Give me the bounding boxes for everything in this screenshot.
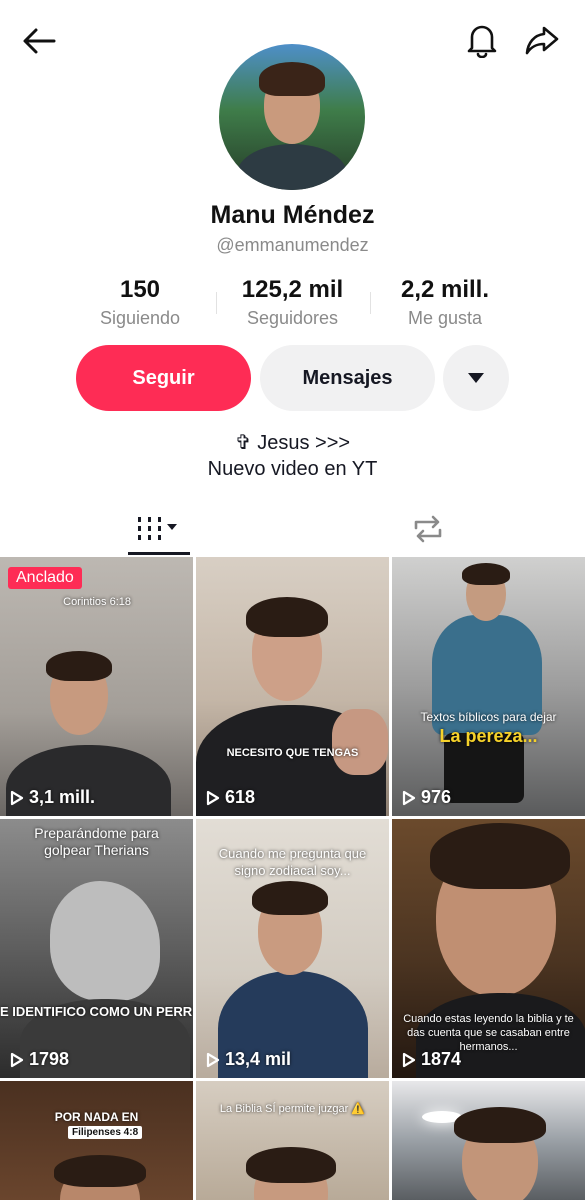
video-caption-highlight: La pereza... <box>439 726 538 746</box>
suggested-accounts-button[interactable] <box>443 345 509 411</box>
video-caption: Corintios 6:18 <box>63 596 131 608</box>
video-tile[interactable]: POR NADA EN Filipenses 4:8 <box>0 1081 193 1200</box>
stat-following[interactable]: 150 Siguiendo <box>80 276 200 329</box>
video-caption-bottom: E IDENTIFICO COMO UN PERR <box>0 1004 193 1019</box>
likes-count: 2,2 mill. <box>400 276 490 303</box>
view-count-text: 1874 <box>421 1049 462 1069</box>
play-icon <box>402 790 416 805</box>
video-tile[interactable]: Anclado Corintios 6:18 3,1 mill. <box>0 557 193 816</box>
view-count: 976 <box>402 787 451 808</box>
view-count-text: 13,4 mil <box>225 1049 292 1069</box>
avatar[interactable] <box>219 44 365 190</box>
view-count-text: 618 <box>225 787 256 807</box>
caret-down-icon <box>468 373 484 383</box>
notifications-button[interactable] <box>460 18 504 62</box>
view-count-text: 1798 <box>29 1049 70 1069</box>
video-caption: POR NADA EN <box>54 1110 139 1124</box>
video-tile[interactable]: Preparándome para golpear Therians E IDE… <box>0 819 193 1078</box>
stat-followers[interactable]: 125,2 mil Seguidores <box>220 276 365 329</box>
following-label: Siguiendo <box>99 308 181 328</box>
video-caption-tag: Filipenses 4:8 <box>68 1126 143 1139</box>
tab-reposts[interactable] <box>398 505 458 553</box>
stat-divider <box>216 292 217 314</box>
bell-icon <box>467 25 497 58</box>
video-caption: La Biblia SÍ permite juzgar ⚠️ <box>219 1103 366 1115</box>
video-grid: Anclado Corintios 6:18 3,1 mill. NECESIT… <box>0 557 585 1200</box>
back-button[interactable] <box>18 20 60 62</box>
followers-label: Seguidores <box>246 308 339 328</box>
active-tab-indicator <box>128 552 190 555</box>
repost-icon <box>414 515 442 543</box>
bio-line: Nuevo video en YT <box>207 458 378 480</box>
likes-label: Me gusta <box>407 308 483 328</box>
message-button[interactable]: Mensajes <box>260 345 435 411</box>
profile-handle: @emmanumendez <box>216 235 369 255</box>
arrow-left-icon <box>23 28 56 54</box>
video-tile[interactable]: Cuando me pregunta que signo zodiacal so… <box>196 819 389 1078</box>
play-icon <box>10 1052 24 1067</box>
following-count: 150 <box>119 276 161 303</box>
view-count-text: 3,1 mill. <box>29 787 96 807</box>
stat-likes[interactable]: 2,2 mill. Me gusta <box>380 276 510 329</box>
video-tile[interactable]: La Biblia SÍ permite juzgar ⚠️ <box>196 1081 389 1200</box>
follow-button[interactable]: Seguir <box>76 345 251 411</box>
stat-divider <box>370 292 371 314</box>
video-caption: Textos bíblicos para dejar <box>420 710 557 724</box>
video-caption: NECESITO QUE TENGAS <box>226 747 359 759</box>
video-tile[interactable]: Textos bíblicos para dejar La pereza... … <box>392 557 585 816</box>
video-tile[interactable]: NECESITO QUE TENGAS 618 <box>196 557 389 816</box>
view-count: 618 <box>206 787 255 808</box>
bio-line: ✞ Jesus >>> <box>234 432 351 454</box>
view-count: 1874 <box>402 1049 461 1070</box>
play-icon <box>206 1052 220 1067</box>
video-tile[interactable] <box>392 1081 585 1200</box>
grid-icon <box>138 517 177 540</box>
play-icon <box>402 1052 416 1067</box>
view-count: 13,4 mil <box>206 1049 291 1070</box>
video-caption: Cuando estas leyendo la biblia y te das … <box>403 1013 574 1053</box>
profile-name: Manu Méndez <box>210 201 375 229</box>
followers-count: 125,2 mil <box>241 276 344 303</box>
share-icon <box>525 26 559 55</box>
view-count-text: 976 <box>421 787 452 807</box>
view-count: 1798 <box>10 1049 69 1070</box>
video-tile[interactable]: Cuando estas leyendo la biblia y te das … <box>392 819 585 1078</box>
pinned-badge: Anclado <box>8 567 82 589</box>
view-count: 3,1 mill. <box>10 787 95 808</box>
play-icon <box>206 790 220 805</box>
video-caption: Cuando me pregunta que signo zodiacal so… <box>218 846 367 878</box>
play-icon <box>10 790 24 805</box>
video-caption: Preparándome para golpear Therians <box>34 825 159 858</box>
tab-videos[interactable] <box>128 505 190 553</box>
share-button[interactable] <box>520 18 564 62</box>
